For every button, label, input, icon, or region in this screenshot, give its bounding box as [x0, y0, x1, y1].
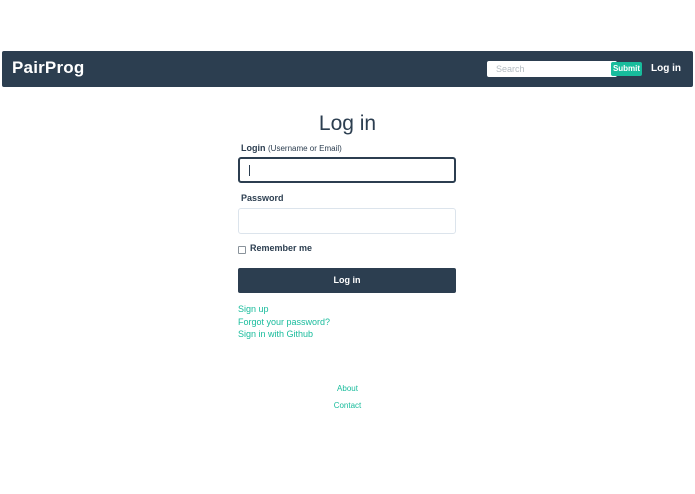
page-title: Log in: [318, 112, 377, 135]
search-input[interactable]: [487, 61, 617, 77]
remember-me-label[interactable]: Remember me: [250, 243, 312, 253]
search-submit-button[interactable]: Submit: [611, 62, 642, 76]
brand-logo[interactable]: PairProg: [12, 58, 84, 78]
login-field-label: Login (Username or Email): [241, 143, 342, 153]
text-caret: [249, 165, 250, 176]
github-sign-in-link[interactable]: Sign in with Github: [238, 329, 313, 339]
nav-login-link[interactable]: Log in: [651, 63, 681, 74]
footer-contact-link[interactable]: Contact: [0, 401, 695, 410]
password-input[interactable]: [238, 208, 456, 234]
forgot-password-link[interactable]: Forgot your password?: [238, 317, 330, 327]
remember-me-checkbox[interactable]: [238, 246, 246, 254]
top-navbar: PairProg Submit Log in: [2, 51, 693, 87]
login-label-text: Login: [241, 143, 266, 153]
password-field-label: Password: [241, 193, 284, 203]
sign-up-link[interactable]: Sign up: [238, 304, 269, 314]
login-input[interactable]: [238, 157, 456, 183]
footer-about-link[interactable]: About: [0, 384, 695, 393]
login-submit-button[interactable]: Log in: [238, 268, 456, 293]
login-label-hint: (Username or Email): [268, 144, 342, 153]
